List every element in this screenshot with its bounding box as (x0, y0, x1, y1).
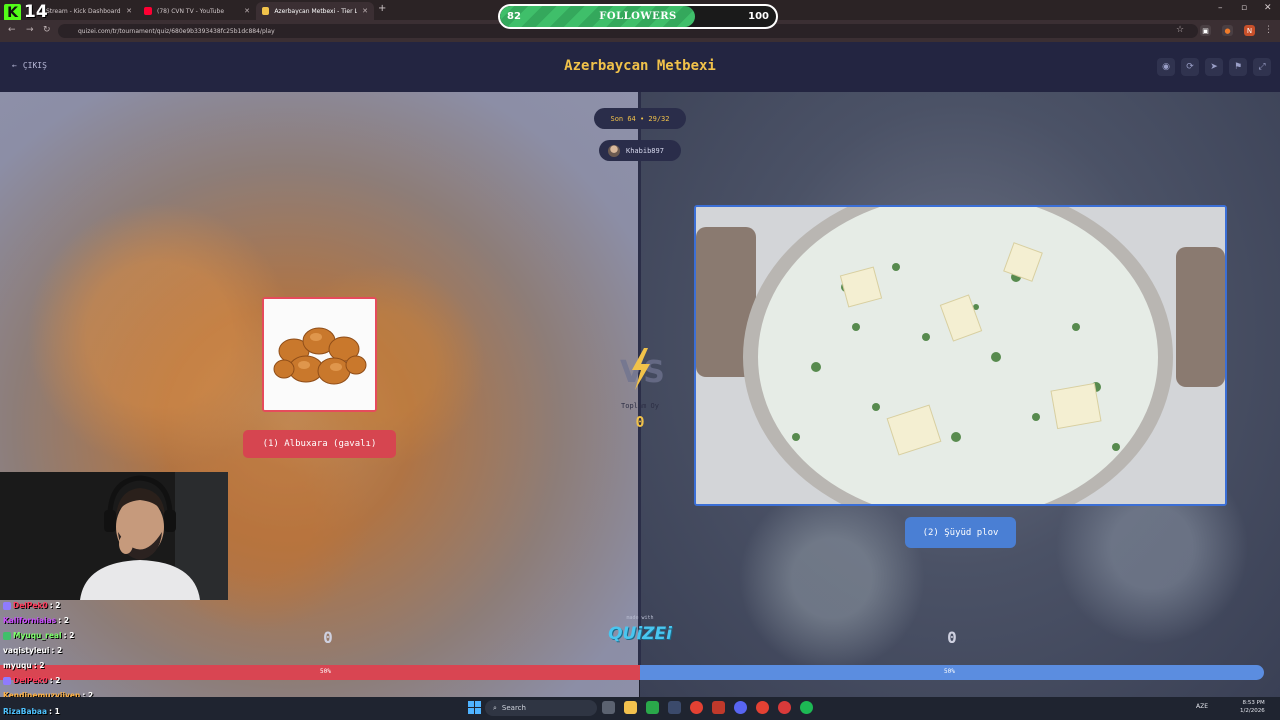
chat-text: : 2 (58, 616, 70, 625)
followers-goal-bar: 82 FOLLOWERS 100 (498, 4, 778, 29)
tab-label: Azerbaycan Metbexi - Tier List (274, 7, 358, 15)
left-vote-percent: 50% (320, 668, 331, 675)
search-placeholder: Search (501, 704, 526, 712)
followers-goal: 100 (748, 11, 769, 22)
webcam-overlay (0, 472, 228, 600)
chat-badge-icon (3, 676, 11, 685)
chrome-icon[interactable] (690, 701, 703, 714)
chat-message: vaqistyleui : 2 (3, 644, 62, 657)
chat-username: vaqistyleui (3, 646, 50, 655)
fullscreen-icon[interactable]: ⤢ (1253, 58, 1271, 76)
right-choice-button[interactable]: (2) Şüyüd plov (905, 517, 1016, 548)
extension-icon[interactable]: ▣ (1200, 25, 1211, 36)
total-votes-value: 0 (635, 413, 645, 431)
total-votes-label: Toplam Oy (621, 402, 659, 410)
taskbar-clock[interactable]: 8:53 PM 1/2/2026 (1240, 699, 1265, 715)
chat-username: DelPek0 (13, 601, 48, 610)
user-badge: Khabib897 (599, 140, 681, 161)
close-window-icon[interactable]: ✕ (1264, 3, 1272, 13)
youtube-favicon-icon (144, 7, 152, 15)
quizei-favicon-icon (262, 7, 270, 15)
chat-text: : 2 (63, 631, 75, 640)
extension-icon[interactable]: ● (1222, 25, 1233, 36)
send-icon[interactable]: ➤ (1205, 58, 1223, 76)
back-arrow-icon[interactable]: ← (8, 25, 16, 35)
search-icon: ⌕ (493, 703, 497, 712)
discord-icon[interactable] (734, 701, 747, 714)
chat-username: Myuqu_real (13, 631, 62, 640)
browser-tab-kick[interactable]: Stream - Kick Dashboard ✕ (40, 2, 138, 20)
profile-avatar[interactable]: N (1244, 25, 1255, 36)
dried-plum-image (264, 299, 375, 410)
forward-arrow-icon[interactable]: → (26, 25, 34, 35)
chat-message: Kaliforniaias : 2 (3, 614, 69, 627)
chat-username: myuqu (3, 661, 32, 670)
vs-bolt-icon: VS (620, 348, 664, 390)
url-text: quizei.com/tr/tournament/quiz/680e9b3393… (78, 27, 275, 35)
chat-text: : 2 (51, 646, 63, 655)
close-tab-icon[interactable]: ✕ (126, 7, 132, 15)
page-title: Azerbaycan Metbexi (564, 58, 716, 74)
file-explorer-icon[interactable] (624, 701, 637, 714)
chat-username: RizaBabaa (3, 707, 48, 716)
clock-time: 8:53 PM (1242, 700, 1265, 706)
taskbar-search-input[interactable]: ⌕ Search (485, 700, 597, 716)
made-with-label: made with (626, 615, 654, 621)
app-icon[interactable] (712, 701, 725, 714)
chat-badge-icon (3, 631, 11, 640)
menu-icon[interactable]: ⋮ (1264, 25, 1273, 35)
reload-icon[interactable]: ↻ (43, 25, 51, 35)
chat-text: : 2 (33, 661, 45, 670)
windows-taskbar (0, 697, 1280, 720)
round-indicator: Son 64 • 29/32 (594, 108, 686, 129)
clock-date: 1/2/2026 (1240, 708, 1265, 714)
new-tab-button[interactable]: + (378, 3, 386, 14)
maximize-icon[interactable]: ▫ (1241, 3, 1247, 13)
browser-tab-quizei[interactable]: Azerbaycan Metbexi - Tier List ✕ (256, 2, 374, 20)
chrome-icon[interactable] (756, 701, 769, 714)
quizei-logo[interactable]: QUiZEi (605, 624, 675, 644)
close-tab-icon[interactable]: ✕ (244, 7, 250, 15)
streamer-webcam-image (0, 472, 228, 600)
browser-tab-youtube[interactable]: (78) CVN TV - YouTube ✕ (138, 2, 256, 20)
tab-label: (78) CVN TV - YouTube (157, 7, 225, 15)
spotify-icon[interactable] (800, 701, 813, 714)
right-vote-percent: 50% (944, 668, 955, 675)
right-choice-card[interactable] (694, 205, 1227, 506)
chat-username: Kaliforniaias (3, 616, 57, 625)
chat-message: DelPek0 : 2 (3, 674, 61, 687)
username: Khabib897 (626, 146, 664, 155)
chat-text: : 2 (49, 676, 61, 685)
share-icon[interactable]: ⟳ (1181, 58, 1199, 76)
right-vote-count: 0 (947, 628, 957, 647)
left-choice-card[interactable] (262, 297, 377, 412)
app-icon[interactable] (668, 701, 681, 714)
flag-icon[interactable]: ⚑ (1229, 58, 1247, 76)
windows-start-icon[interactable] (468, 701, 481, 714)
chat-message: DelPek0 : 2 (3, 599, 61, 612)
chat-message: RizaBabaa : 1 (3, 705, 60, 718)
eye-icon[interactable]: ◉ (1157, 58, 1175, 76)
kick-logo: K (4, 4, 21, 21)
chat-message: Myuqu_real : 2 (3, 629, 74, 642)
app-icon[interactable] (778, 701, 791, 714)
chat-badge-icon (3, 601, 11, 610)
minimize-icon[interactable]: – (1218, 3, 1223, 13)
language-indicator[interactable]: AZE (1196, 703, 1208, 710)
left-choice-button[interactable]: (1) Albuxara (gavalı) (243, 430, 396, 458)
avatar (608, 144, 620, 157)
left-vote-count: 0 (323, 628, 333, 647)
chat-username: DelPek0 (13, 676, 48, 685)
dill-rice-pilaf-image (696, 207, 1225, 504)
chat-text: : 1 (49, 707, 60, 716)
app-icon[interactable] (646, 701, 659, 714)
close-tab-icon[interactable]: ✕ (362, 7, 368, 15)
chat-text: : 2 (49, 601, 61, 610)
star-icon[interactable]: ☆ (1176, 25, 1184, 35)
tab-label: Stream - Kick Dashboard (46, 7, 121, 15)
followers-label: FOLLOWERS (599, 11, 677, 22)
chat-message: myuqu : 2 (3, 659, 45, 672)
task-view-icon[interactable] (602, 701, 615, 714)
